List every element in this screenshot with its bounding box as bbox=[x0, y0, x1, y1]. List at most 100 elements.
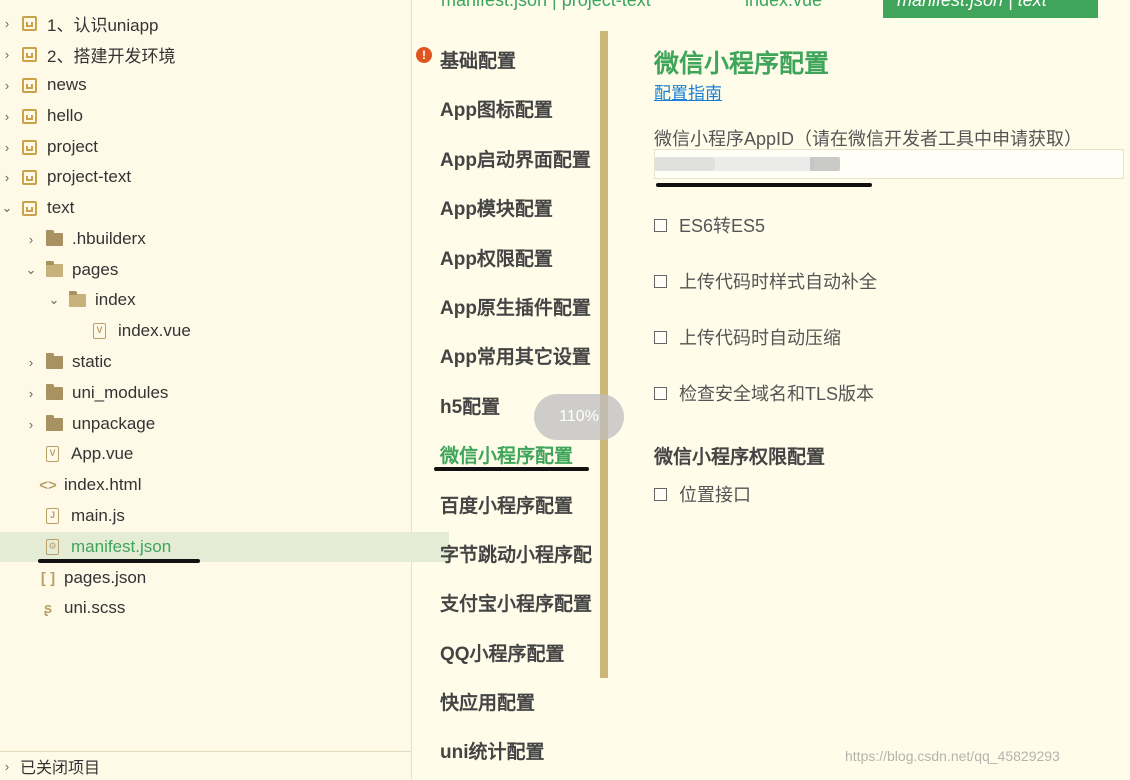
tree-item-label: .hbuilderx bbox=[72, 229, 146, 248]
nav-scrollbar[interactable] bbox=[600, 31, 608, 678]
folder-icon bbox=[46, 383, 63, 400]
tree-item-unpackage[interactable]: › unpackage bbox=[0, 409, 435, 439]
nav-item-h5[interactable]: h5配置 bbox=[440, 392, 500, 419]
tree-item-pages-json[interactable]: [ ] pages.json bbox=[0, 563, 445, 593]
chevron-down-icon[interactable]: ⌄ bbox=[0, 200, 14, 216]
checkbox-postcss[interactable]: 上传代码时样式自动补全 bbox=[654, 268, 877, 294]
tree-item-label: project-text bbox=[47, 167, 132, 186]
chevron-right-icon[interactable]: › bbox=[0, 170, 14, 185]
watermark: https://blog.csdn.net/qq_45829293 bbox=[845, 748, 1060, 764]
tree-item-news[interactable]: › news bbox=[0, 70, 411, 100]
closed-projects-bar[interactable]: › 已关闭项目 bbox=[0, 751, 411, 780]
tab-index-vue[interactable]: index.vue bbox=[745, 0, 822, 11]
chevron-right-icon[interactable]: › bbox=[0, 759, 14, 774]
appid-input[interactable] bbox=[654, 149, 1124, 179]
tree-item-label: 1、认识uniapp bbox=[47, 15, 159, 35]
tree-item-project-text[interactable]: › project-text bbox=[0, 162, 411, 192]
chevron-right-icon[interactable]: › bbox=[0, 16, 14, 31]
tab-manifest-project-text[interactable]: manifest.json | project-text bbox=[441, 0, 651, 11]
chevron-down-icon[interactable]: ⌄ bbox=[47, 292, 61, 308]
tree-item-label: uni_modules bbox=[72, 383, 169, 402]
tree-item-label: project bbox=[47, 137, 99, 156]
chevron-right-icon[interactable]: › bbox=[24, 232, 38, 247]
nav-item-app-modules[interactable]: App模块配置 bbox=[440, 194, 553, 221]
tree-item-text[interactable]: ⌄ text bbox=[0, 193, 411, 223]
checkbox-icon[interactable] bbox=[654, 218, 667, 232]
annotation-underline bbox=[434, 467, 589, 471]
checkbox-label: 上传代码时样式自动补全 bbox=[679, 272, 877, 292]
tree-item-uni-modules[interactable]: › uni_modules bbox=[0, 378, 435, 408]
tree-item-label: 2、搭建开发环境 bbox=[47, 46, 176, 66]
js-file-icon: J bbox=[46, 508, 59, 524]
tree-item-hello[interactable]: › hello bbox=[0, 101, 411, 131]
checkbox-icon[interactable] bbox=[654, 274, 667, 288]
checkbox-minified[interactable]: 上传代码时自动压缩 bbox=[654, 324, 841, 350]
tree-item-index-folder[interactable]: ⌄ index bbox=[0, 285, 458, 315]
checkbox-label: 上传代码时自动压缩 bbox=[679, 328, 841, 348]
tab-manifest-text-active[interactable]: manifest.json | text bbox=[883, 0, 1098, 18]
chevron-right-icon[interactable]: › bbox=[0, 109, 14, 124]
folder-open-icon bbox=[46, 260, 63, 277]
closed-projects-label: 已关闭项目 bbox=[20, 760, 101, 777]
nav-item-alipay[interactable]: 支付宝小程序配置 bbox=[440, 589, 592, 616]
checkbox-icon[interactable] bbox=[654, 487, 667, 501]
project-icon bbox=[22, 46, 37, 62]
checkbox-url-check[interactable]: 检查安全域名和TLS版本 bbox=[654, 380, 874, 406]
tree-item-label: index bbox=[95, 290, 136, 309]
annotation-underline bbox=[656, 183, 872, 187]
tree-item-label: unpackage bbox=[72, 414, 156, 433]
tree-item-app-vue[interactable]: V App.vue bbox=[0, 439, 449, 469]
folder-icon bbox=[46, 352, 63, 369]
tree-item-project-2[interactable]: › 2、搭建开发环境 bbox=[0, 39, 411, 69]
tree-item-uni-scss[interactable]: ʂ uni.scss bbox=[0, 593, 445, 623]
chevron-right-icon[interactable]: › bbox=[0, 78, 14, 93]
nav-item-quickapp[interactable]: 快应用配置 bbox=[440, 688, 535, 715]
chevron-down-icon[interactable]: ⌄ bbox=[24, 262, 38, 278]
scss-file-icon: ʂ bbox=[43, 599, 53, 617]
tree-item-project[interactable]: › project bbox=[0, 132, 411, 162]
folder-open-icon bbox=[69, 290, 86, 307]
chevron-right-icon[interactable]: › bbox=[24, 386, 38, 401]
tree-item-static[interactable]: › static bbox=[0, 347, 435, 377]
checkbox-icon[interactable] bbox=[654, 386, 667, 400]
nav-item-app-permissions[interactable]: App权限配置 bbox=[440, 244, 553, 271]
tree-item-manifest-json[interactable]: ⚙ manifest.json bbox=[0, 532, 449, 562]
chevron-right-icon[interactable]: › bbox=[24, 355, 38, 370]
nav-item-app-other[interactable]: App常用其它设置 bbox=[440, 342, 591, 369]
project-icon bbox=[22, 139, 37, 155]
nav-item-weixin[interactable]: 微信小程序配置 bbox=[440, 441, 573, 468]
redacted-text bbox=[655, 157, 715, 171]
nav-item-qq[interactable]: QQ小程序配置 bbox=[440, 639, 565, 666]
nav-item-app-icon[interactable]: App图标配置 bbox=[440, 95, 553, 122]
nav-item-toutiao[interactable]: 字节跳动小程序配 bbox=[440, 540, 592, 567]
nav-item-uni-stat[interactable]: uni统计配置 bbox=[440, 737, 545, 764]
tree-item-label: main.js bbox=[71, 506, 125, 525]
tree-item-index-html[interactable]: <> index.html bbox=[0, 470, 445, 500]
checkbox-location[interactable]: 位置接口 bbox=[654, 481, 751, 507]
folder-icon bbox=[46, 414, 63, 431]
chevron-right-icon[interactable]: › bbox=[24, 417, 38, 432]
tree-item-pages[interactable]: ⌄ pages bbox=[0, 255, 435, 285]
zoom-badge: 110% bbox=[534, 394, 624, 440]
redacted-text bbox=[715, 157, 815, 171]
chevron-right-icon[interactable]: › bbox=[0, 140, 14, 155]
project-icon bbox=[22, 169, 37, 185]
nav-item-baidu[interactable]: 百度小程序配置 bbox=[440, 491, 573, 518]
checkbox-label: 位置接口 bbox=[679, 485, 751, 505]
nav-item-basic[interactable]: 基础配置 bbox=[440, 46, 516, 73]
annotation-underline bbox=[38, 559, 200, 563]
tree-item-label: pages bbox=[72, 260, 119, 279]
settings-file-icon: ⚙ bbox=[46, 539, 59, 555]
tree-item-hbuilderx[interactable]: › .hbuilderx bbox=[0, 224, 435, 254]
tree-item-main-js[interactable]: Jmain.js bbox=[0, 501, 449, 531]
active-tab-label: manifest.json | text bbox=[897, 0, 1047, 10]
checkbox-icon[interactable] bbox=[654, 330, 667, 344]
nav-item-app-splash[interactable]: App启动界面配置 bbox=[440, 145, 591, 172]
project-icon bbox=[22, 108, 37, 124]
nav-item-app-native-plugins[interactable]: App原生插件配置 bbox=[440, 293, 591, 320]
permissions-title: 微信小程序权限配置 bbox=[654, 447, 826, 468]
config-guide-link[interactable]: 配置指南 bbox=[654, 79, 722, 104]
tree-item-project-1[interactable]: › 1、认识uniapp bbox=[0, 8, 411, 38]
chevron-right-icon[interactable]: › bbox=[0, 47, 14, 62]
checkbox-es6-to-es5[interactable]: ES6转ES5 bbox=[654, 212, 765, 238]
